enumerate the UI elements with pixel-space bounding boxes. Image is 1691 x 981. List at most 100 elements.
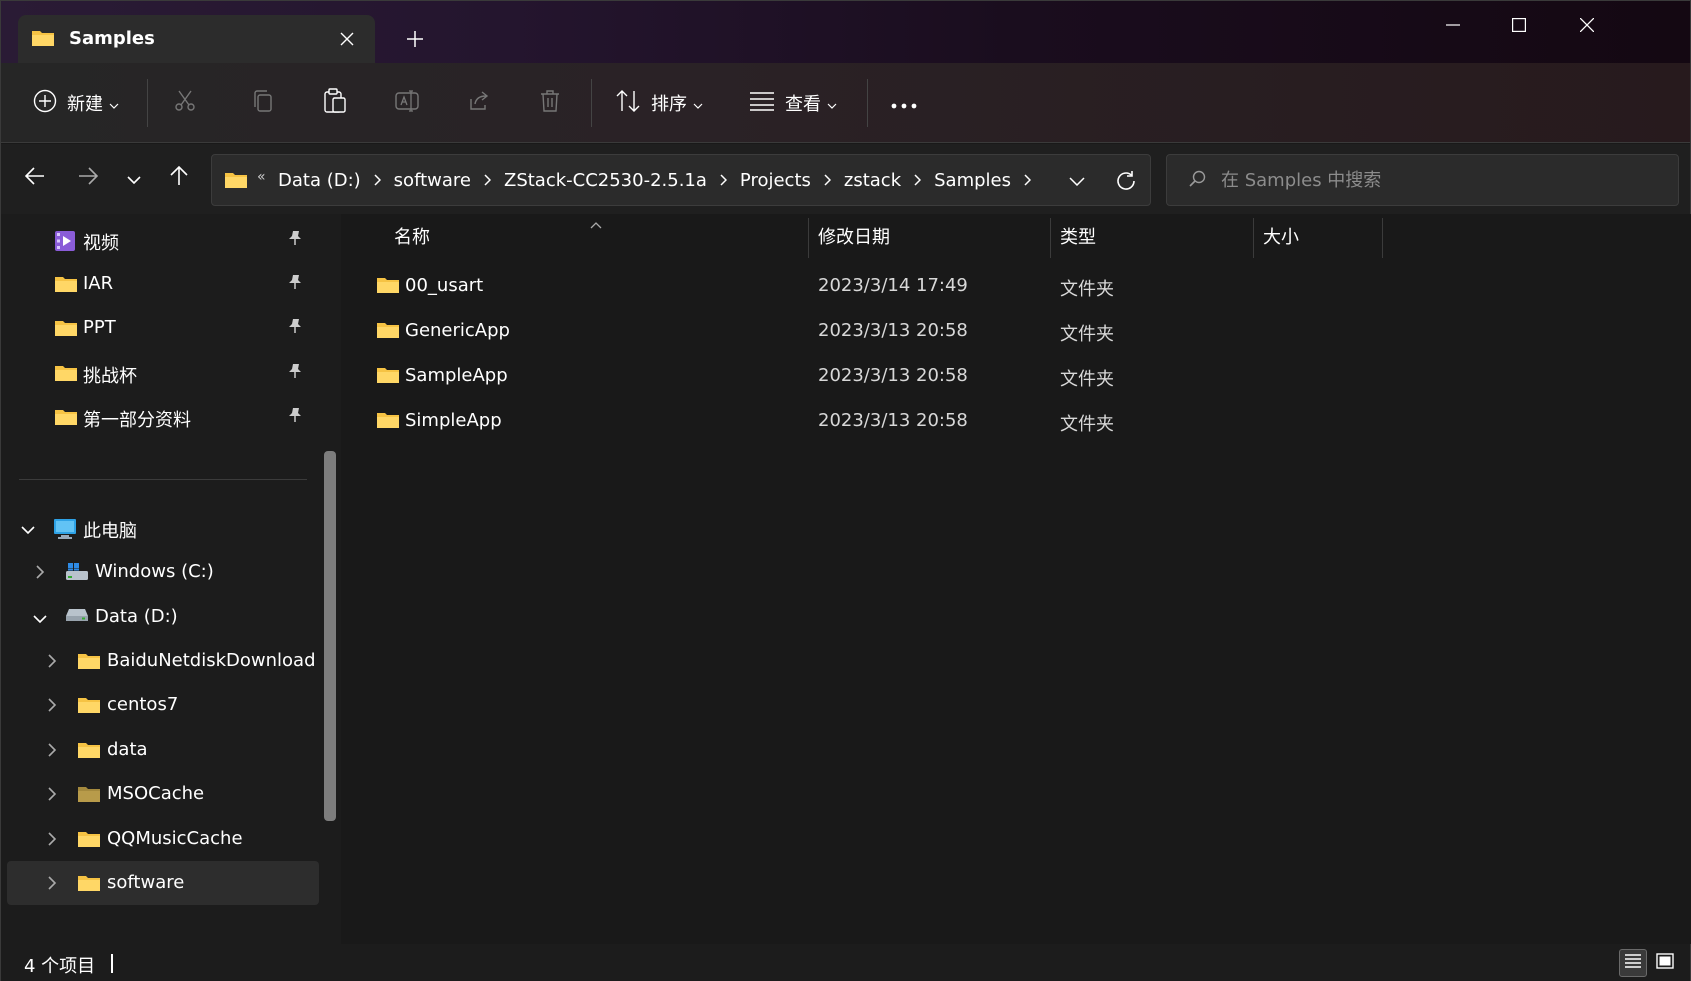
sidebar-item-software[interactable]: software <box>7 861 319 905</box>
pin-icon[interactable] <box>287 363 303 383</box>
breadcrumb-zstack[interactable]: zstack <box>844 170 901 191</box>
folder-icon <box>77 695 101 719</box>
address-history-button[interactable] <box>1063 167 1091 195</box>
rename-button[interactable] <box>395 83 421 123</box>
share-button[interactable] <box>467 83 491 123</box>
sidebar-item-this-pc[interactable]: 此电脑 <box>7 506 319 550</box>
file-name: SampleApp <box>405 365 508 386</box>
breadcrumb-zstack-cc2530[interactable]: ZStack-CC2530-2.5.1a <box>504 170 707 191</box>
pin-icon[interactable] <box>287 318 303 338</box>
chevron-right-icon[interactable] <box>720 174 727 186</box>
pin-icon[interactable] <box>287 230 303 250</box>
hidden-folder-icon <box>77 784 101 808</box>
sidebar-item-label: data <box>107 739 148 760</box>
cut-button[interactable] <box>173 83 197 123</box>
tab-samples[interactable]: Samples <box>18 15 375 63</box>
breadcrumb-samples[interactable]: Samples <box>934 170 1011 191</box>
pin-icon[interactable] <box>287 407 303 427</box>
new-tab-button[interactable] <box>399 23 431 55</box>
delete-button[interactable] <box>539 83 561 123</box>
table-row[interactable]: 00_usart 2023/3/14 17:49 文件夹 <box>354 264 1664 308</box>
sidebar-scrollbar[interactable] <box>324 451 336 821</box>
sidebar-item-centos7[interactable]: centos7 <box>7 683 319 727</box>
minimize-button[interactable] <box>1421 5 1485 45</box>
clipboard-icon <box>323 88 347 118</box>
breadcrumb-software[interactable]: software <box>394 170 471 191</box>
back-button[interactable] <box>17 160 53 196</box>
view-button[interactable]: 查看 <box>749 83 837 123</box>
refresh-icon[interactable] <box>1112 167 1140 195</box>
chevron-right-icon[interactable] <box>374 174 381 186</box>
sidebar-item-videos[interactable]: 视频 <box>7 218 319 262</box>
more-options-button[interactable] <box>891 83 917 123</box>
sidebar-item-data[interactable]: data <box>7 728 319 772</box>
view-lines-icon <box>749 91 775 115</box>
chevron-right-icon[interactable] <box>35 564 45 583</box>
close-tab-icon[interactable] <box>333 25 361 53</box>
column-header-size[interactable]: 大小 <box>1263 214 1299 258</box>
column-header-type[interactable]: 类型 <box>1060 214 1096 258</box>
details-view-button[interactable] <box>1619 949 1647 977</box>
tiles-view-button[interactable] <box>1651 949 1679 977</box>
maximize-button[interactable] <box>1487 5 1551 45</box>
search-icon <box>1189 170 1207 192</box>
column-header-date[interactable]: 修改日期 <box>818 214 890 258</box>
chevron-right-icon[interactable] <box>47 742 57 761</box>
sidebar-item-challenge-cup[interactable]: 挑战杯 <box>7 351 319 395</box>
close-window-button[interactable] <box>1555 5 1619 45</box>
sort-button[interactable]: 排序 <box>615 83 703 123</box>
paste-button[interactable] <box>323 83 347 123</box>
file-date: 2023/3/13 20:58 <box>818 320 968 341</box>
sort-icon <box>615 89 641 117</box>
sidebar-item-iar[interactable]: IAR <box>7 262 319 306</box>
chevron-right-icon[interactable] <box>484 174 491 186</box>
new-button[interactable]: 新建 <box>33 83 119 123</box>
chevron-right-icon[interactable] <box>914 174 922 186</box>
table-row[interactable]: SampleApp 2023/3/13 20:58 文件夹 <box>354 354 1664 398</box>
table-row[interactable]: SimpleApp 2023/3/13 20:58 文件夹 <box>354 399 1664 443</box>
chevron-right-icon[interactable] <box>47 875 57 894</box>
toolbar-divider <box>147 79 148 127</box>
column-divider[interactable] <box>1050 218 1051 258</box>
breadcrumb-projects[interactable]: Projects <box>740 170 811 191</box>
chevron-right-icon[interactable] <box>47 697 57 716</box>
recent-locations-button[interactable] <box>116 160 152 196</box>
chevron-right-icon[interactable] <box>824 174 831 186</box>
breadcrumb-data-d[interactable]: Data (D:) <box>278 170 361 191</box>
up-button[interactable] <box>161 160 197 196</box>
sidebar-item-ppt[interactable]: PPT <box>7 306 319 350</box>
navigation-pane: 视频 IAR PPT 挑战杯 第一部分资料 此电脑 Windows (C:) D… <box>1 214 341 944</box>
chevron-right-icon[interactable] <box>47 786 57 805</box>
sidebar-item-msocache[interactable]: MSOCache <box>7 772 319 816</box>
chevron-right-icon[interactable] <box>1024 174 1031 186</box>
search-input[interactable] <box>1221 166 1661 194</box>
search-box[interactable] <box>1166 154 1679 206</box>
overflow-indicator[interactable]: « <box>257 169 266 185</box>
chevron-down-icon[interactable] <box>21 520 35 539</box>
pin-icon[interactable] <box>287 274 303 294</box>
folder-icon <box>224 170 248 194</box>
table-row[interactable]: GenericApp 2023/3/13 20:58 文件夹 <box>354 309 1664 353</box>
column-divider[interactable] <box>1382 218 1383 258</box>
chevron-down-icon[interactable] <box>33 609 47 628</box>
sidebar-item-drive-d[interactable]: Data (D:) <box>7 595 319 639</box>
chevron-down-icon <box>693 94 703 113</box>
sidebar-item-label: QQMusicCache <box>107 828 243 849</box>
sidebar-item-baidunetdiskdownload[interactable]: BaiduNetdiskDownload <box>7 639 319 683</box>
forward-button[interactable] <box>70 160 106 196</box>
chevron-right-icon[interactable] <box>47 653 57 672</box>
column-divider[interactable] <box>808 218 809 258</box>
column-header-name[interactable]: 名称 <box>394 214 430 258</box>
folder-icon <box>77 829 101 853</box>
sidebar-item-drive-c[interactable]: Windows (C:) <box>7 550 319 594</box>
chevron-down-icon <box>827 94 837 113</box>
sidebar-divider <box>19 479 307 480</box>
sidebar-item-part-one-materials[interactable]: 第一部分资料 <box>7 395 319 439</box>
address-bar[interactable]: « Data (D:) software ZStack-CC2530-2.5.1… <box>211 154 1151 206</box>
chevron-right-icon[interactable] <box>47 831 57 850</box>
sort-label: 排序 <box>651 94 687 115</box>
copy-button[interactable] <box>251 83 275 123</box>
column-divider[interactable] <box>1253 218 1254 258</box>
file-list: 名称 修改日期 类型 大小 00_usart 2023/3/14 17:49 文… <box>348 214 1691 944</box>
sidebar-item-qqmusiccache[interactable]: QQMusicCache <box>7 817 319 861</box>
